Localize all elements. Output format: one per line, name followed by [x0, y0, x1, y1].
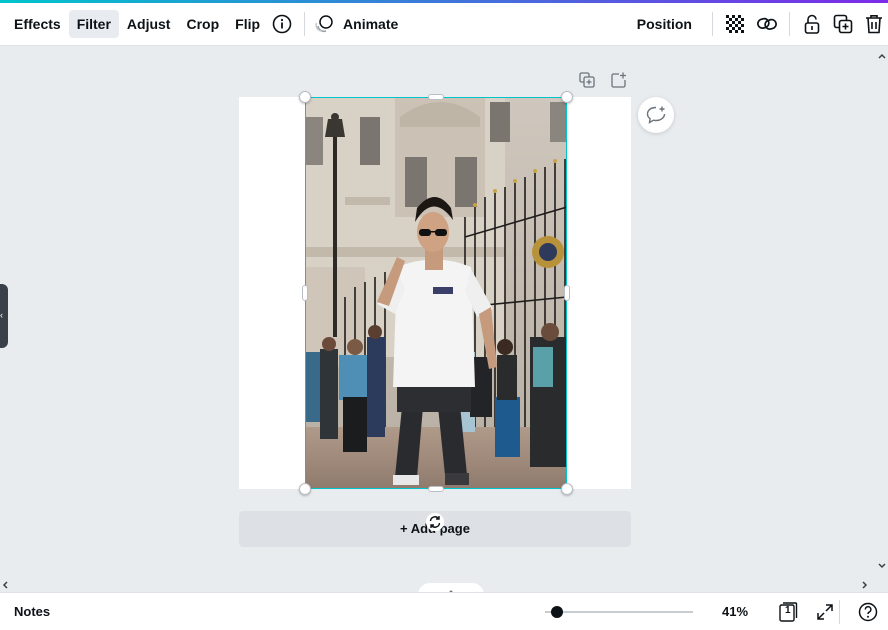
scroll-right-icon[interactable] — [860, 578, 870, 590]
vertical-scrollbar[interactable] — [876, 47, 888, 577]
link-icon[interactable] — [753, 10, 781, 38]
resize-handle-top-left[interactable] — [299, 91, 311, 103]
scroll-left-icon[interactable] — [0, 578, 10, 590]
resize-handle-bottom[interactable] — [428, 486, 444, 492]
filter-button[interactable]: Filter — [68, 10, 119, 38]
adjust-button[interactable]: Adjust — [119, 10, 179, 38]
info-icon[interactable] — [268, 10, 296, 38]
zoom-slider-knob[interactable] — [550, 606, 563, 618]
photo-illustration — [305, 97, 567, 489]
resize-handle-top-right[interactable] — [561, 91, 573, 103]
page-count: 1 — [785, 605, 791, 616]
scroll-up-icon[interactable] — [876, 49, 888, 61]
scroll-down-icon[interactable] — [876, 559, 888, 571]
bottom-bar: Notes 41% 1 — [0, 592, 888, 630]
toolbar: Effects Filter Adjust Crop Flip Animate … — [0, 3, 888, 46]
selected-photo[interactable] — [305, 97, 567, 489]
bottom-divider — [839, 600, 840, 624]
chevron-left-icon: ‹ — [0, 310, 3, 320]
trash-icon[interactable] — [860, 10, 888, 38]
page-tools — [578, 71, 628, 89]
help-icon[interactable] — [857, 601, 879, 623]
duplicate-icon[interactable] — [829, 10, 857, 38]
transparency-icon[interactable] — [721, 10, 749, 38]
crop-button[interactable]: Crop — [178, 10, 227, 38]
side-panel-toggle[interactable]: ‹ — [0, 284, 8, 348]
zoom-slider-track[interactable] — [545, 611, 693, 613]
toolbar-divider — [712, 12, 713, 36]
add-comment-icon[interactable] — [638, 97, 674, 133]
zoom-level[interactable]: 41% — [722, 604, 748, 619]
resize-handle-bottom-left[interactable] — [299, 483, 311, 495]
resize-handle-left[interactable] — [302, 285, 308, 301]
toolbar-divider — [304, 12, 306, 36]
resize-handle-bottom-right[interactable] — [561, 483, 573, 495]
lock-icon[interactable] — [798, 10, 826, 38]
notes-button[interactable]: Notes — [14, 604, 50, 619]
resize-handle-right[interactable] — [564, 285, 570, 301]
toolbar-divider — [789, 12, 790, 36]
page-count-icon[interactable]: 1 — [777, 601, 799, 623]
position-button[interactable]: Position — [629, 10, 700, 38]
duplicate-page-icon[interactable] — [578, 71, 596, 89]
rotate-icon[interactable] — [426, 513, 444, 531]
resize-handle-top[interactable] — [428, 94, 444, 100]
fullscreen-icon[interactable] — [814, 601, 836, 623]
effects-button[interactable]: Effects — [6, 10, 69, 38]
add-page-icon[interactable] — [610, 71, 628, 89]
animate-icon[interactable] — [313, 10, 335, 38]
flip-button[interactable]: Flip — [227, 10, 268, 38]
animate-button[interactable]: Animate — [335, 10, 406, 38]
